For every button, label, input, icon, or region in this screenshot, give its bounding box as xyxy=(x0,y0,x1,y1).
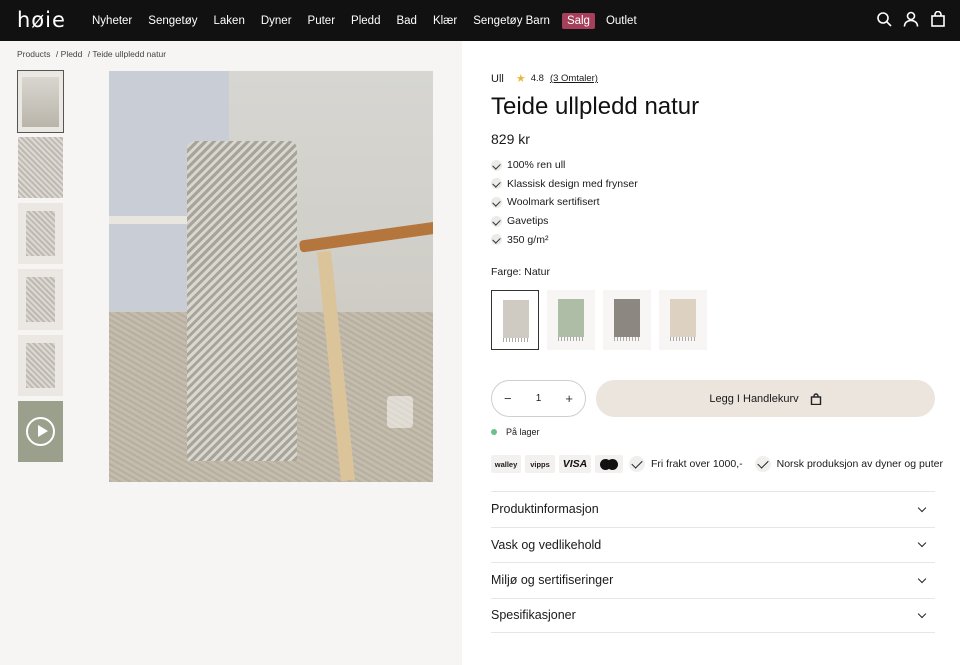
feature-item: Woolmark sertifisert xyxy=(491,193,638,212)
swatch-beige[interactable] xyxy=(659,290,707,350)
in-stock-dot xyxy=(491,429,497,435)
cart-row: − 1 + Legg I Handlekurv xyxy=(491,380,935,417)
add-to-cart-button[interactable]: Legg I Handlekurv xyxy=(596,380,935,417)
header-actions xyxy=(876,10,946,27)
main-nav: Nyheter Sengetøy Laken Dyner Puter Pledd… xyxy=(92,0,653,41)
check-icon xyxy=(754,456,771,472)
nav-item-dyner[interactable]: Dyner xyxy=(261,13,292,29)
breadcrumb-products[interactable]: Products xyxy=(17,49,51,59)
breadcrumb: Products / Pledd / Teide ullpledd natur xyxy=(17,49,169,59)
reviews-link[interactable]: (3 Omtaler) xyxy=(550,73,598,84)
product-accordion: Produktinformasjon Vask og vedlikehold M… xyxy=(491,491,935,633)
nav-item-puter[interactable]: Puter xyxy=(308,13,336,29)
chevron-down-icon xyxy=(917,503,927,512)
rating-row: Ull ★ 4.8 (3 Omtaler) xyxy=(491,72,598,86)
quantity-stepper: − 1 + xyxy=(491,380,586,417)
feature-item: 350 g/m² xyxy=(491,230,638,249)
check-icon xyxy=(491,159,502,171)
check-icon xyxy=(629,456,645,472)
bag-icon xyxy=(810,392,821,405)
breadcrumb-current: / Teide ullpledd natur xyxy=(87,49,167,59)
chevron-down-icon xyxy=(917,574,927,583)
nav-item-bad[interactable]: Bad xyxy=(396,13,416,29)
rating-score: 4.8 xyxy=(530,73,544,84)
feature-item: 100% ren ull xyxy=(491,156,638,175)
nav-item-klaer[interactable]: Klær xyxy=(433,13,457,29)
thumbnail-1[interactable] xyxy=(17,70,64,133)
nav-item-salg[interactable]: Salg xyxy=(561,12,595,29)
stock-status: På lager xyxy=(491,427,540,437)
check-icon xyxy=(491,215,502,227)
star-icon: ★ xyxy=(515,73,526,85)
swatch-grey[interactable] xyxy=(603,290,651,350)
nav-item-laken[interactable]: Laken xyxy=(214,13,245,29)
feature-item: Klassisk design med frynser xyxy=(491,175,638,194)
product-price: 829 kr xyxy=(491,131,530,147)
payment-and-usp-row: walley vipps VISA Fri frakt over 1000,- … xyxy=(491,455,953,473)
add-to-cart-label: Legg I Handlekurv xyxy=(709,392,799,405)
mastercard-logo xyxy=(595,455,623,473)
check-icon xyxy=(491,234,502,246)
usp-norwegian-production: Norsk produksjon av dyner og puter xyxy=(754,456,943,472)
walley-logo: walley xyxy=(491,455,521,473)
color-label: Farge: Natur xyxy=(491,266,550,278)
product-title: Teide ullpledd natur xyxy=(491,93,700,120)
thumbnail-2[interactable] xyxy=(18,137,63,198)
check-icon xyxy=(491,178,502,190)
breadcrumb-pledd[interactable]: / Pledd xyxy=(56,49,82,59)
chevron-down-icon xyxy=(917,539,927,548)
thumbnail-5[interactable] xyxy=(18,335,63,396)
nav-item-nyheter[interactable]: Nyheter xyxy=(92,13,132,29)
vipps-logo: vipps xyxy=(525,455,555,473)
search-icon[interactable] xyxy=(876,11,892,27)
nav-item-sengetoy-barn[interactable]: Sengetøy Barn xyxy=(473,13,550,29)
quantity-decrease-button[interactable]: − xyxy=(504,391,512,406)
thumbnail-3[interactable] xyxy=(18,203,63,264)
accordion-vask-og-vedlikehold[interactable]: Vask og vedlikehold xyxy=(491,526,935,563)
thumbnail-video[interactable] xyxy=(18,401,63,462)
play-icon xyxy=(26,417,55,446)
feature-item: Gavetips xyxy=(491,212,638,231)
quantity-value[interactable]: 1 xyxy=(536,393,542,404)
accordion-miljo-og-sertifiseringer[interactable]: Miljø og sertifiseringer xyxy=(491,562,935,598)
thumbnail-list xyxy=(17,70,64,467)
swatch-natur[interactable] xyxy=(491,290,539,350)
thumbnail-4[interactable] xyxy=(18,269,63,330)
main-product-image[interactable] xyxy=(109,71,433,482)
accordion-produktinformasjon[interactable]: Produktinformasjon xyxy=(491,491,935,527)
feature-list: 100% ren ull Klassisk design med frynser… xyxy=(491,156,638,249)
hoie-logo[interactable]: høie xyxy=(17,8,66,32)
top-navigation-bar: høie Nyheter Sengetøy Laken Dyner Puter … xyxy=(0,0,960,41)
accordion-spesifikasjoner[interactable]: Spesifikasjoner xyxy=(491,597,935,633)
quantity-increase-button[interactable]: + xyxy=(565,391,573,406)
visa-logo: VISA xyxy=(559,455,591,473)
stock-label: På lager xyxy=(506,427,540,437)
product-category[interactable]: Ull xyxy=(491,73,504,85)
bag-icon[interactable] xyxy=(930,10,946,27)
check-icon xyxy=(491,196,502,208)
nav-item-sengetoy[interactable]: Sengetøy xyxy=(148,13,197,29)
nav-item-outlet[interactable]: Outlet xyxy=(606,13,637,29)
nav-item-pledd[interactable]: Pledd xyxy=(351,13,380,29)
swatch-green[interactable] xyxy=(547,290,595,350)
user-icon[interactable] xyxy=(903,11,919,27)
usp-free-shipping: Fri frakt over 1000,- xyxy=(629,456,743,472)
color-swatches xyxy=(491,290,707,350)
chevron-down-icon xyxy=(917,609,927,618)
